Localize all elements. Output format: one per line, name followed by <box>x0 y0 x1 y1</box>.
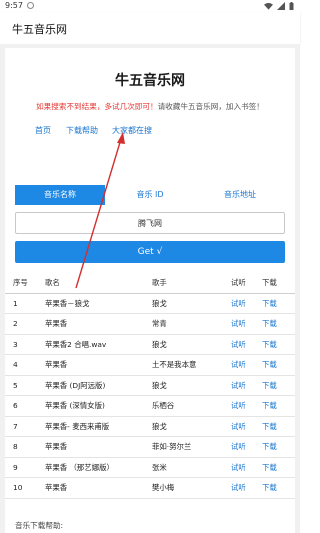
signal-icon <box>277 2 285 10</box>
header-singer: 歌手 <box>152 278 167 287</box>
get-button[interactable]: Get √ <box>15 241 285 263</box>
row-singer: 狼戈 <box>152 339 167 349</box>
results-table: 序号 歌名 歌手 试听 下载 1 苹果香－狼戈 狼戈 试听 下载 2 苹果香 常青 试听 下载 3 苹… <box>5 273 295 499</box>
download-link[interactable]: 下载 <box>262 437 277 457</box>
listen-link[interactable]: 试听 <box>231 478 246 498</box>
notification-icon <box>27 2 34 9</box>
row-song-name: 苹果香 <box>45 483 68 492</box>
header-listen: 试听 <box>231 278 246 287</box>
tab-music-name[interactable]: 音乐名称 <box>15 185 105 205</box>
row-song-name: 苹果香 <box>45 319 68 328</box>
table-row: 6 苹果香 (深情女版) 乐栖谷 试听 下载 <box>5 396 295 417</box>
listen-link[interactable]: 试听 <box>231 335 246 355</box>
row-song-name: 苹果香 （那艺娜版） <box>45 462 114 472</box>
download-help-label: 音乐下载帮助: <box>15 521 64 530</box>
row-singer: 樊小梅 <box>152 483 175 492</box>
tab-music-url[interactable]: 音乐地址 <box>195 185 285 205</box>
row-number: 3 <box>13 339 18 349</box>
download-link[interactable]: 下载 <box>262 335 277 355</box>
row-singer: 土不是我本意 <box>152 360 197 369</box>
row-song-name: 苹果香- 麦西来甫版 <box>45 421 110 431</box>
notice-warning: 如果搜索不到结果，多试几次即可！ <box>36 102 158 111</box>
nav-download-help-link[interactable]: 下载帮助 <box>66 125 98 136</box>
listen-link[interactable]: 试听 <box>231 437 246 457</box>
row-number: 1 <box>13 298 18 308</box>
status-bar: 9:57 <box>0 0 300 12</box>
wifi-icon <box>264 2 273 10</box>
row-singer: 乐栖谷 <box>152 401 175 410</box>
listen-link[interactable]: 试听 <box>231 396 246 416</box>
table-row: 1 苹果香－狼戈 狼戈 试听 下载 <box>5 294 295 314</box>
row-singer: 狼戈 <box>152 421 167 431</box>
listen-link[interactable]: 试听 <box>231 458 246 478</box>
site-title: 牛五音乐网 <box>115 73 185 89</box>
table-row: 2 苹果香 常青 试听 下载 <box>5 314 295 335</box>
status-time: 9:57 <box>5 1 23 10</box>
header-no: 序号 <box>13 278 28 287</box>
table-row: 3 苹果香2 合唱.wav 狼戈 试听 下载 <box>5 335 295 355</box>
row-number: 4 <box>13 360 18 369</box>
listen-link[interactable]: 试听 <box>231 314 246 334</box>
row-number: 5 <box>13 380 18 390</box>
row-number: 2 <box>13 319 18 328</box>
row-singer: 狼戈 <box>152 298 167 308</box>
download-link[interactable]: 下载 <box>262 314 277 334</box>
app-title: 牛五音乐网 <box>12 23 67 36</box>
row-song-name: 苹果香 <box>45 360 68 369</box>
row-singer: 狼戈 <box>152 380 167 390</box>
listen-link[interactable]: 试听 <box>231 417 246 437</box>
row-number: 8 <box>13 442 18 451</box>
row-song-name: 苹果香－狼戈 <box>45 298 90 308</box>
row-song-name: 苹果香2 合唱.wav <box>45 339 107 349</box>
table-row: 4 苹果香 土不是我本意 试听 下载 <box>5 355 295 376</box>
nav-home-link[interactable]: 首页 <box>35 125 51 136</box>
table-row: 9 苹果香 （那艺娜版） 张米 试听 下载 <box>5 458 295 478</box>
table-header-row: 序号 歌名 歌手 试听 下载 <box>5 273 295 294</box>
download-link[interactable]: 下载 <box>262 396 277 416</box>
table-row: 7 苹果香- 麦西来甫版 狼戈 试听 下载 <box>5 417 295 437</box>
notice-bookmark: 请收藏牛五音乐网，加入书签！ <box>157 102 264 111</box>
app-bar: 牛五音乐网 <box>0 12 300 44</box>
table-row: 8 苹果香 菲如·努尔兰 试听 下载 <box>5 437 295 458</box>
tab-music-id[interactable]: 音乐 ID <box>105 185 195 205</box>
download-link[interactable]: 下载 <box>262 355 277 375</box>
battery-icon <box>289 2 294 10</box>
listen-link[interactable]: 试听 <box>231 294 246 314</box>
row-song-name: 苹果香 <box>45 442 68 451</box>
search-mode-tabs: 音乐名称 音乐 ID 音乐地址 <box>15 185 285 205</box>
page-content: 牛五音乐网 如果搜索不到结果，多试几次即可！请收藏牛五音乐网，加入书签！ 首页 … <box>0 44 300 533</box>
row-number: 6 <box>13 401 18 410</box>
row-singer: 张米 <box>152 462 167 472</box>
notice-text: 如果搜索不到结果，多试几次即可！请收藏牛五音乐网，加入书签！ <box>5 101 295 112</box>
row-number: 10 <box>13 483 23 492</box>
search-input[interactable] <box>15 212 285 234</box>
header-download: 下载 <box>262 278 277 287</box>
listen-link[interactable]: 试听 <box>231 355 246 375</box>
listen-link[interactable]: 试听 <box>231 376 246 396</box>
download-link[interactable]: 下载 <box>262 417 277 437</box>
row-song-name: 苹果香 (深情女版) <box>45 401 105 410</box>
row-singer: 常青 <box>152 319 167 328</box>
row-singer: 菲如·努尔兰 <box>152 442 192 451</box>
main-card: 牛五音乐网 如果搜索不到结果，多试几次即可！请收藏牛五音乐网，加入书签！ 首页 … <box>5 48 295 533</box>
row-number: 9 <box>13 462 18 472</box>
download-link[interactable]: 下载 <box>262 458 277 478</box>
row-song-name: 苹果香 (DJ阿远版) <box>45 380 106 390</box>
nav-everyone-search-link[interactable]: 大家都在搜 <box>112 125 152 136</box>
status-icons <box>264 2 294 10</box>
download-link[interactable]: 下载 <box>262 294 277 314</box>
row-number: 7 <box>13 421 18 431</box>
download-link[interactable]: 下载 <box>262 478 277 498</box>
table-row: 5 苹果香 (DJ阿远版) 狼戈 试听 下载 <box>5 376 295 396</box>
nav-links: 首页 下载帮助 大家都在搜 <box>5 125 295 139</box>
header-song: 歌名 <box>45 278 60 287</box>
table-row: 10 苹果香 樊小梅 试听 下载 <box>5 478 295 499</box>
download-link[interactable]: 下载 <box>262 376 277 396</box>
